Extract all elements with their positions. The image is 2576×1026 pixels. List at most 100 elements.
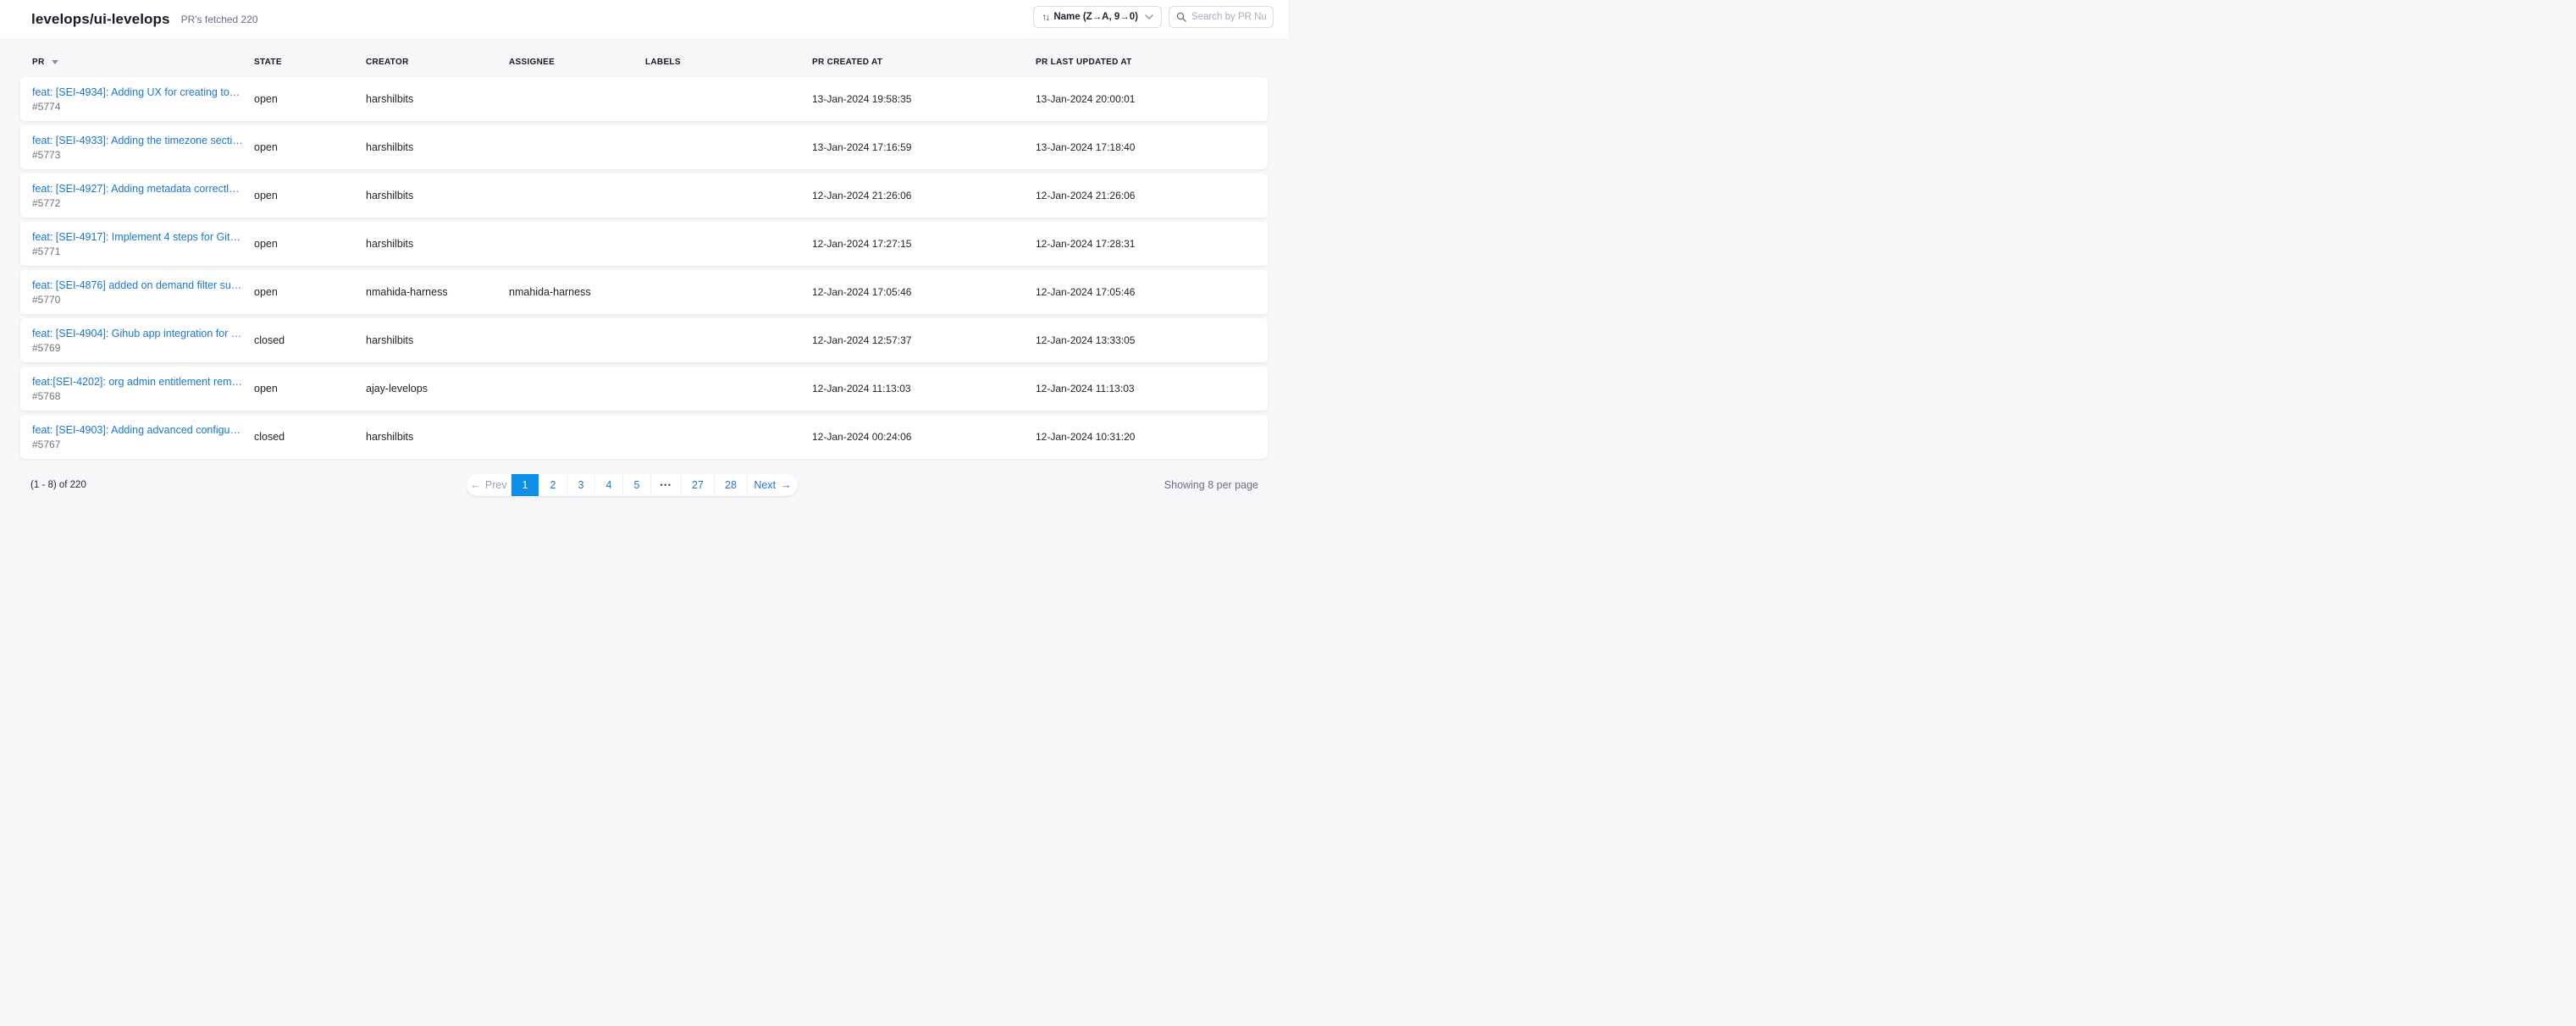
pr-updated-at: 12-Jan-2024 13:33:05: [1036, 334, 1268, 346]
chevron-down-icon: [1145, 14, 1153, 19]
pr-cell: feat: [SEI-4933]: Adding the timezone se…: [32, 135, 254, 161]
pr-title-link[interactable]: feat: [SEI-4903]: Adding advanced config…: [32, 424, 254, 436]
sort-dropdown-value: Name (Z→A, 9→0): [1053, 12, 1138, 22]
pr-created-at: 12-Jan-2024 12:57:37: [812, 334, 1036, 346]
pr-creator: ajay-levelops: [366, 383, 509, 394]
pr-title-link[interactable]: feat: [SEI-4933]: Adding the timezone se…: [32, 135, 254, 146]
search-input[interactable]: [1191, 12, 1266, 22]
sort-dropdown[interactable]: ↑↓ Name (Z→A, 9→0): [1033, 6, 1162, 28]
pr-state: open: [254, 286, 366, 298]
pr-number: #5773: [32, 149, 254, 161]
pr-state: open: [254, 190, 366, 201]
page-button-1[interactable]: 1: [511, 474, 539, 496]
page-title: levelops/ui-levelops: [31, 11, 170, 28]
pr-creator: harshilbits: [366, 431, 509, 443]
pr-cell: feat: [SEI-4934]: Adding UX for creating…: [32, 86, 254, 113]
table-header: PR STATE CREATOR ASSIGNEE LABELS PR CREA…: [32, 58, 1268, 67]
pr-state: open: [254, 383, 366, 394]
results-range-label: (1 - 8) of 220: [30, 480, 86, 490]
page-button-27[interactable]: 27: [681, 474, 714, 496]
page-button-5[interactable]: 5: [622, 474, 650, 496]
pr-creator: harshilbits: [366, 238, 509, 250]
right-arrow-icon: →: [781, 479, 792, 491]
pr-number: #5769: [32, 342, 254, 354]
pr-creator: nmahida-harness: [366, 286, 509, 298]
pr-updated-at: 13-Jan-2024 17:18:40: [1036, 141, 1268, 153]
pr-creator: harshilbits: [366, 93, 509, 105]
pr-created-at: 12-Jan-2024 17:05:46: [812, 286, 1036, 298]
per-page-label: Showing 8 per page: [1164, 479, 1258, 491]
pr-updated-at: 12-Jan-2024 17:28:31: [1036, 238, 1268, 250]
pr-creator: harshilbits: [366, 190, 509, 201]
pr-state: open: [254, 141, 366, 153]
page-button-2[interactable]: 2: [539, 474, 567, 496]
pr-created-at: 12-Jan-2024 21:26:06: [812, 190, 1036, 201]
pr-created-at: 12-Jan-2024 11:13:03: [812, 383, 1036, 394]
column-header-creator: CREATOR: [366, 58, 509, 67]
header-controls: ↑↓ Name (Z→A, 9→0): [1033, 6, 1274, 28]
pr-assignee: nmahida-harness: [509, 286, 645, 298]
pr-creator: harshilbits: [366, 334, 509, 346]
column-header-assignee: ASSIGNEE: [509, 58, 645, 67]
column-header-created: PR CREATED AT: [812, 58, 1036, 67]
pr-number: #5768: [32, 390, 254, 402]
sort-descending-icon: [52, 60, 58, 64]
prev-label: Prev: [485, 479, 507, 491]
pr-row: feat: [SEI-4934]: Adding UX for creating…: [20, 77, 1268, 121]
next-label: Next: [754, 479, 776, 491]
left-arrow-icon: ←: [470, 479, 481, 491]
pr-cell: feat: [SEI-4876] added on demand filter …: [32, 279, 254, 306]
pr-cell: feat: [SEI-4904]: Gihub app integration …: [32, 328, 254, 354]
page-button-3[interactable]: 3: [567, 474, 594, 496]
pr-state: open: [254, 93, 366, 105]
top-bar: levelops/ui-levelops PR's fetched 220 ↑↓…: [0, 0, 1288, 40]
pr-title-link[interactable]: feat: [SEI-4876] added on demand filter …: [32, 279, 254, 291]
next-page-button[interactable]: Next →: [747, 474, 798, 496]
prev-page-button[interactable]: ← Prev: [467, 474, 511, 496]
pr-title-link[interactable]: feat: [SEI-4917]: Implement 4 steps for …: [32, 231, 254, 243]
column-header-updated: PR LAST UPDATED AT: [1036, 58, 1268, 67]
pr-row: feat: [SEI-4904]: Gihub app integration …: [20, 318, 1268, 362]
pr-list: feat: [SEI-4934]: Adding UX for creating…: [20, 77, 1268, 459]
column-header-pr[interactable]: PR: [32, 58, 254, 67]
pagination-ellipsis: •••: [650, 474, 681, 496]
page-button-4[interactable]: 4: [594, 474, 622, 496]
pr-state: open: [254, 238, 366, 250]
pr-created-at: 12-Jan-2024 17:27:15: [812, 238, 1036, 250]
pr-title-link[interactable]: feat: [SEI-4934]: Adding UX for creating…: [32, 86, 254, 98]
pr-created-at: 13-Jan-2024 17:16:59: [812, 141, 1036, 153]
pr-number: #5771: [32, 245, 254, 257]
pr-title-link[interactable]: feat: [SEI-4904]: Gihub app integration …: [32, 328, 254, 339]
pr-state: closed: [254, 334, 366, 346]
pr-row: feat: [SEI-4917]: Implement 4 steps for …: [20, 222, 1268, 266]
pr-cell: feat: [SEI-4917]: Implement 4 steps for …: [32, 231, 254, 257]
pr-updated-at: 12-Jan-2024 17:05:46: [1036, 286, 1268, 298]
pr-row: feat: [SEI-4927]: Adding metadata correc…: [20, 174, 1268, 218]
pr-number: #5770: [32, 294, 254, 306]
search-box: [1169, 6, 1274, 28]
pr-updated-at: 12-Jan-2024 21:26:06: [1036, 190, 1268, 201]
page-button-28[interactable]: 28: [714, 474, 747, 496]
pr-number: #5774: [32, 101, 254, 113]
sort-arrows-icon: ↑↓: [1042, 12, 1048, 22]
pr-state: closed: [254, 431, 366, 443]
pr-created-at: 12-Jan-2024 00:24:06: [812, 431, 1036, 443]
pr-row: feat:[SEI-4202]: org admin entitlement r…: [20, 367, 1268, 411]
pr-row: feat: [SEI-4903]: Adding advanced config…: [20, 415, 1268, 459]
fetched-count-label: PR's fetched 220: [181, 14, 258, 25]
pr-cell: feat:[SEI-4202]: org admin entitlement r…: [32, 376, 254, 402]
pr-title-link[interactable]: feat:[SEI-4202]: org admin entitlement r…: [32, 376, 254, 388]
pagination: ← Prev 12345•••2728 Next →: [467, 474, 798, 496]
pr-updated-at: 12-Jan-2024 11:13:03: [1036, 383, 1268, 394]
column-header-labels: LABELS: [645, 58, 812, 67]
pr-cell: feat: [SEI-4927]: Adding metadata correc…: [32, 183, 254, 209]
pr-updated-at: 13-Jan-2024 20:00:01: [1036, 93, 1268, 105]
column-header-state: STATE: [254, 58, 366, 67]
pr-updated-at: 12-Jan-2024 10:31:20: [1036, 431, 1268, 443]
pr-list-page: { "header": { "title": "levelops/ui-leve…: [0, 0, 1288, 513]
search-icon: [1176, 12, 1186, 22]
pr-row: feat: [SEI-4876] added on demand filter …: [20, 270, 1268, 314]
pr-title-link[interactable]: feat: [SEI-4927]: Adding metadata correc…: [32, 183, 254, 195]
column-header-pr-label: PR: [32, 58, 45, 67]
pr-creator: harshilbits: [366, 141, 509, 153]
